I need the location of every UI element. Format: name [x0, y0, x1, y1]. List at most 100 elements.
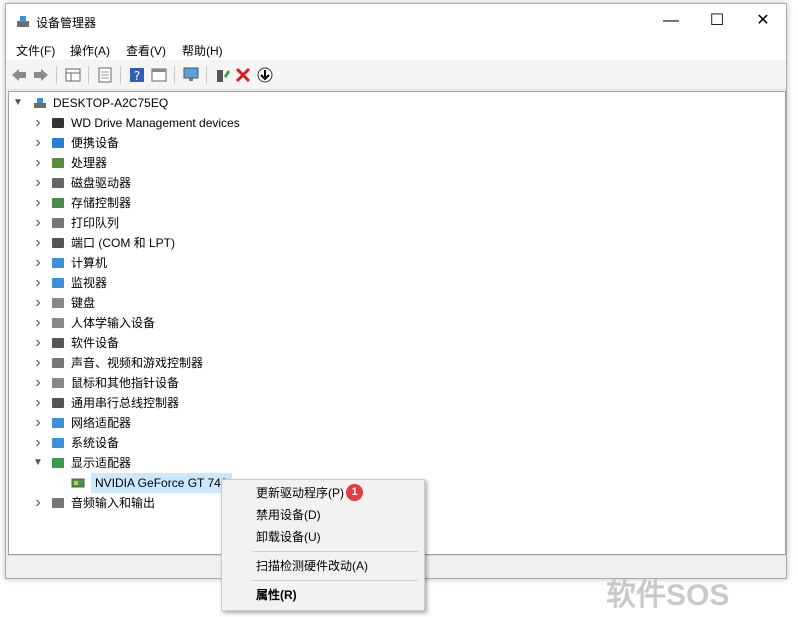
tree-item-label: 网络适配器 [71, 416, 132, 430]
monitor-icon [52, 278, 64, 288]
menu-view[interactable]: 查看(V) [126, 42, 166, 59]
computer-root-icon [34, 98, 46, 108]
tree-item-label: 处理器 [71, 156, 108, 170]
tree-child-label: NVIDIA GeForce GT 740 [91, 473, 232, 493]
step-badge: 1 [346, 484, 363, 501]
chevron-right-icon[interactable]: › [33, 313, 43, 333]
maximize-button[interactable]: ☐ [694, 4, 740, 38]
tree-item-label: 声音、视频和游戏控制器 [71, 356, 204, 370]
chevron-right-icon[interactable]: › [33, 333, 43, 353]
download-icon[interactable] [256, 66, 274, 84]
context-menu: 更新驱动程序(P) 1 禁用设备(D) 卸载设备(U) 扫描检测硬件改动(A) … [221, 479, 425, 611]
tree-item-label: 键盘 [71, 296, 96, 310]
tree-item-label: 鼠标和其他指针设备 [71, 376, 180, 390]
menu-bar: 文件(F) 操作(A) 查看(V) 帮助(H) [6, 38, 786, 60]
ctx-separator [252, 580, 418, 581]
tree-item-label: 系统设备 [71, 436, 120, 450]
view-icon[interactable] [150, 66, 168, 84]
chevron-right-icon[interactable]: › [33, 273, 43, 293]
close-button[interactable]: ✕ [740, 4, 786, 38]
chevron-right-icon[interactable]: › [33, 253, 43, 273]
mouse-icon [52, 378, 64, 388]
chevron-right-icon[interactable]: › [33, 373, 43, 393]
toolbar-separator [56, 66, 57, 84]
chevron-down-icon[interactable]: ▼ [33, 453, 43, 473]
chevron-right-icon[interactable]: › [33, 353, 43, 373]
ctx-properties[interactable]: 属性(R) [256, 584, 297, 606]
chevron-right-icon[interactable]: › [33, 133, 43, 153]
remove-icon[interactable] [234, 66, 252, 84]
chevron-right-icon[interactable]: › [33, 193, 43, 213]
disk-drive-icon [52, 178, 64, 188]
tree-item-label: 音频输入和输出 [71, 496, 156, 510]
forward-arrow-icon[interactable] [32, 66, 50, 84]
tree-item-label: 通用串行总线控制器 [71, 396, 180, 410]
toolbar-separator [120, 66, 121, 84]
wd-diamond-icon [52, 118, 64, 128]
keyboard-icon [52, 298, 64, 308]
audio-icon [52, 498, 64, 508]
tree-item-label: 端口 (COM 和 LPT) [71, 236, 175, 250]
chevron-right-icon[interactable]: › [33, 433, 43, 453]
ctx-update-driver[interactable]: 更新驱动程序(P) [256, 482, 344, 504]
help-icon[interactable]: ? [128, 66, 146, 84]
toolbar: ? [6, 61, 786, 90]
add-driver-icon[interactable] [214, 66, 232, 84]
ctx-separator [252, 551, 418, 552]
toolbar-separator [88, 66, 89, 84]
menu-help[interactable]: 帮助(H) [182, 42, 223, 59]
computer-icon [52, 258, 64, 268]
graphics-card-icon [71, 478, 85, 488]
chevron-right-icon[interactable]: › [33, 293, 43, 313]
storage-controller-icon [52, 198, 64, 208]
monitor-icon[interactable] [182, 66, 200, 84]
menu-file[interactable]: 文件(F) [16, 42, 55, 59]
device-manager-app-icon [17, 16, 29, 27]
system-device-icon [52, 438, 64, 448]
chevron-right-icon[interactable]: › [33, 113, 43, 133]
tree-item-label: 显示适配器 [71, 456, 132, 470]
chevron-right-icon[interactable]: › [33, 493, 43, 513]
tree-item-label: 磁盘驱动器 [71, 176, 132, 190]
ctx-uninstall-device[interactable]: 卸载设备(U) [256, 526, 321, 548]
tree-item-label: WD Drive Management devices [71, 116, 240, 130]
menu-action[interactable]: 操作(A) [70, 42, 110, 59]
window-title: 设备管理器 [36, 16, 97, 30]
minimize-button[interactable]: — [648, 4, 694, 38]
tree-item-label: 软件设备 [71, 336, 120, 350]
tree-root-label: DESKTOP-A2C75EQ [53, 96, 169, 110]
display-adapter-icon [52, 458, 64, 468]
watermark: 软件SOS [606, 579, 730, 612]
tree-item-label: 便携设备 [71, 136, 120, 150]
chevron-right-icon[interactable]: › [33, 393, 43, 413]
chevron-right-icon[interactable]: › [33, 173, 43, 193]
title-bar: 设备管理器 — ☐ ✕ [6, 4, 786, 38]
chevron-right-icon[interactable]: › [33, 153, 43, 173]
chevron-right-icon[interactable]: › [33, 213, 43, 233]
chevron-right-icon[interactable]: › [33, 413, 43, 433]
tree-item-label: 人体学输入设备 [71, 316, 156, 330]
portable-device-icon [52, 138, 64, 148]
ctx-scan-hardware[interactable]: 扫描检测硬件改动(A) [256, 555, 368, 577]
toolbar-separator [174, 66, 175, 84]
usb-icon [52, 398, 64, 408]
properties-grid-icon[interactable] [64, 66, 82, 84]
port-icon [52, 238, 64, 248]
tree-item-label: 存储控制器 [71, 196, 132, 210]
tree-item-label: 监视器 [71, 276, 108, 290]
svg-text:?: ? [134, 69, 140, 83]
printer-icon [52, 218, 64, 228]
hid-icon [52, 318, 64, 328]
chevron-right-icon[interactable]: › [33, 233, 43, 253]
tree-item-label: 计算机 [71, 256, 108, 270]
chevron-down-icon[interactable]: ▼ [13, 93, 23, 113]
tree-item-label: 打印队列 [71, 216, 120, 230]
speaker-icon [52, 358, 64, 368]
processor-icon [52, 158, 64, 168]
software-device-icon [52, 338, 64, 348]
ctx-disable-device[interactable]: 禁用设备(D) [256, 504, 321, 526]
network-adapter-icon [52, 418, 64, 428]
toolbar-separator [206, 66, 207, 84]
back-arrow-icon[interactable] [10, 66, 28, 84]
document-icon[interactable] [96, 66, 114, 84]
